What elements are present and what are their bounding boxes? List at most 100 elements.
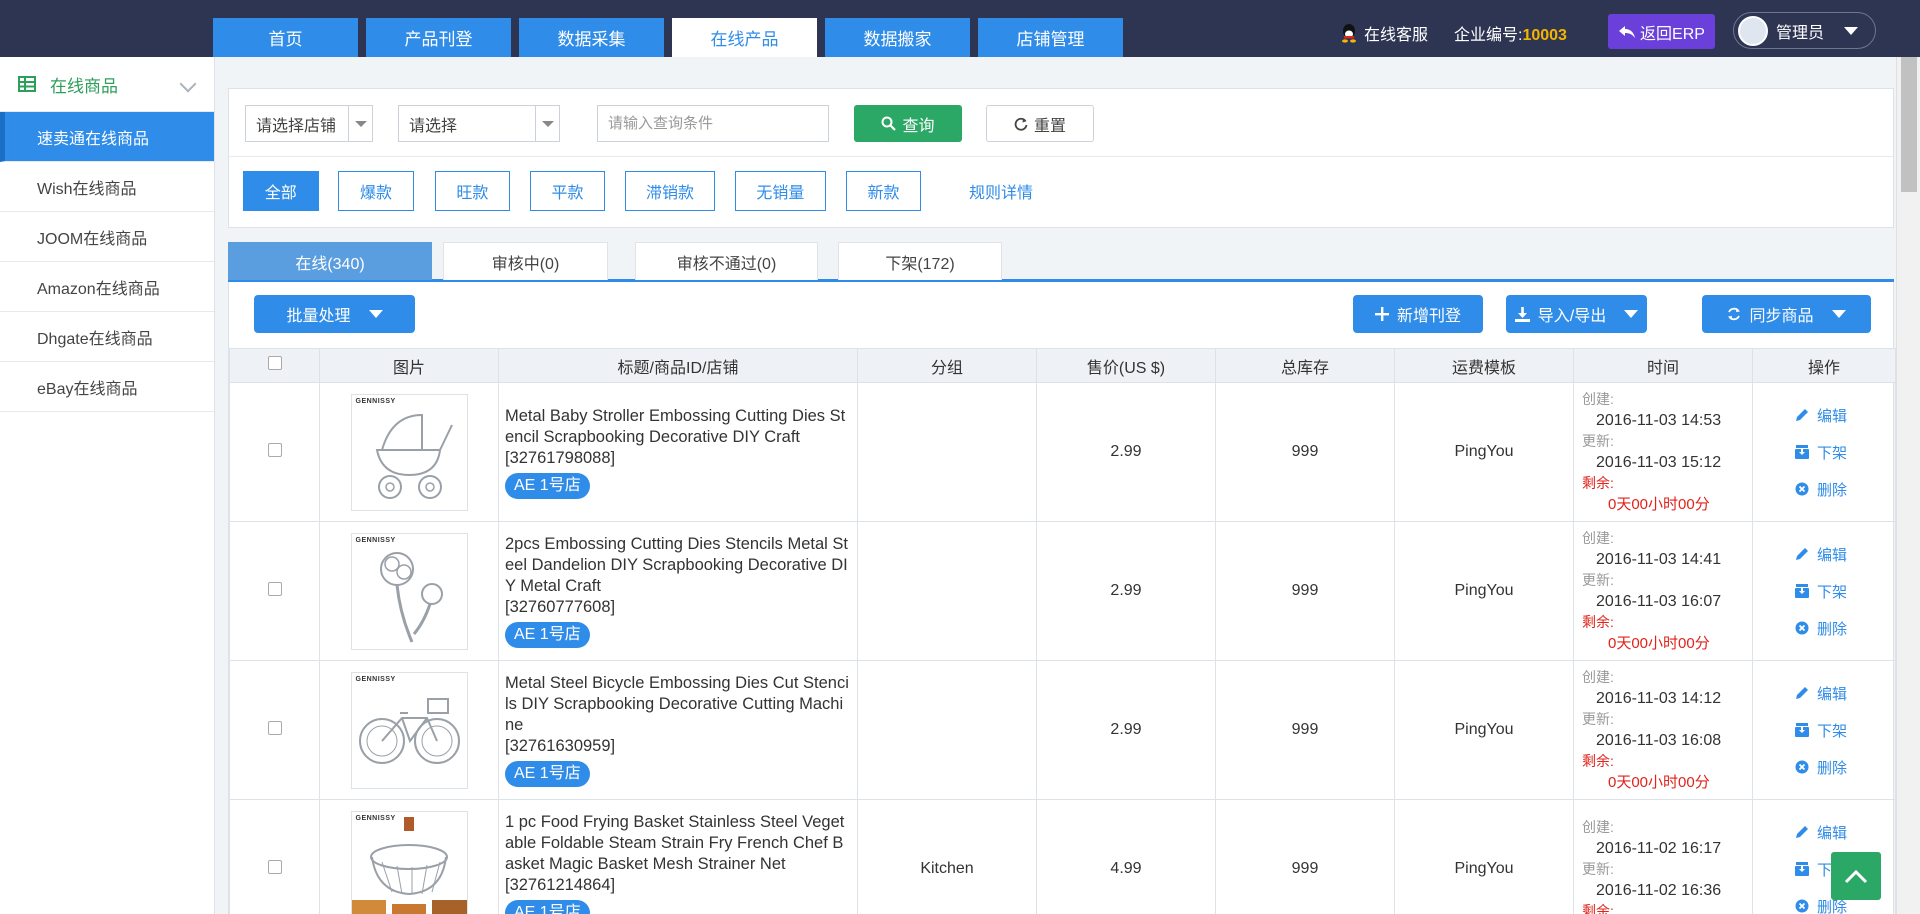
row-checkbox[interactable] [267, 581, 282, 596]
scrollbar-thumb[interactable] [1901, 57, 1917, 192]
select-all-checkbox[interactable] [267, 356, 282, 370]
table-row: GENNISSY 2pcs Embossing Cutting Dies Sten… [229, 521, 1896, 661]
filter-chip[interactable]: 无销量 [734, 171, 827, 211]
brand-mark: GENNISSY [355, 397, 396, 405]
row-checkbox[interactable] [267, 720, 282, 735]
nav-tab[interactable]: 首页 [213, 18, 358, 57]
nav-tab[interactable]: 数据采集 [519, 18, 664, 57]
filter-chip[interactable]: 全部 [243, 171, 319, 211]
delete-button[interactable]: 删除 [1795, 618, 1847, 639]
company-id-label: 企业编号: [1454, 27, 1523, 44]
sidebar-item[interactable]: Amazon在线商品 [0, 262, 214, 312]
condition-select[interactable]: 请选择 [398, 105, 560, 142]
column-header: 总库存 [1215, 348, 1395, 383]
status-tab[interactable]: 在线(340) [228, 242, 432, 280]
filter-chip[interactable]: 平款 [529, 171, 606, 211]
sidebar-item[interactable]: eBay在线商品 [0, 362, 214, 412]
column-header-label: 总库存 [1280, 359, 1329, 377]
archive-down-icon [1795, 862, 1809, 876]
offshelf-button[interactable]: 下架 [1795, 720, 1847, 741]
chevron-down-icon [535, 106, 559, 141]
created-label: 创建: [1582, 391, 1614, 407]
product-list: 批量处理 新增刊登 导入/导出 同步商品 图片 标题/商品ID/店铺 分组 售价(US… [228, 282, 1896, 914]
reset-button[interactable]: 重置 [986, 105, 1094, 142]
remaining-time: 0天00小时00分 [1608, 635, 1710, 652]
created-time: 2016-11-02 16:17 [1596, 839, 1722, 857]
column-header-label: 时间 [1646, 359, 1679, 377]
new-listing-label: 新增刊登 [1396, 308, 1461, 325]
created-time: 2016-11-03 14:41 [1596, 551, 1722, 568]
sync-products-button[interactable]: 同步商品 [1702, 295, 1871, 333]
delete-button[interactable]: 删除 [1795, 757, 1847, 778]
filter-chip[interactable]: 旺款 [434, 171, 511, 211]
filter-chip[interactable]: 新款 [845, 171, 922, 211]
image-cell: GENNISSY [319, 660, 499, 800]
chevron-up-icon [1844, 869, 1868, 884]
condition-select-value: 请选择 [409, 117, 458, 135]
user-menu[interactable]: 管理员 [1733, 12, 1876, 49]
product-id: [32761630959] [505, 737, 616, 755]
product-table: 图片 标题/商品ID/店铺 分组 售价(US $) 总库存 运费模板 时间 操作 GENNIS… [229, 348, 1896, 914]
product-title[interactable]: 2pcs Embossing Cutting Dies Stencils Met… [505, 534, 851, 597]
row-checkbox[interactable] [267, 859, 282, 874]
sidebar-item-label: Dhgate在线商品 [37, 330, 153, 348]
filter-chip[interactable]: 爆款 [338, 171, 414, 211]
sidebar-item[interactable]: 速卖通在线商品 [0, 112, 214, 162]
query-button[interactable]: 查询 [854, 105, 962, 142]
edit-button[interactable]: 编辑 [1795, 683, 1847, 704]
remaining-label: 剩余: [1582, 753, 1614, 769]
offshelf-button[interactable]: 下架 [1795, 581, 1847, 602]
row-checkbox[interactable] [267, 442, 282, 457]
brand-mark: GENNISSY [355, 536, 396, 544]
nav-tab[interactable]: 产品刊登 [366, 18, 511, 57]
page-scrollbar[interactable] [1896, 57, 1920, 914]
rule-details-link[interactable]: 规则详情 [969, 171, 1033, 211]
batch-process-button[interactable]: 批量处理 [254, 295, 415, 333]
edit-button[interactable]: 编辑 [1795, 544, 1847, 565]
online-service-link[interactable]: 在线客服 [1340, 21, 1428, 45]
store-badge: AE 1号店 [505, 622, 590, 648]
column-header: 分组 [857, 348, 1037, 383]
updated-time: 2016-11-02 16:36 [1596, 881, 1722, 899]
remaining-label: 剩余: [1582, 902, 1614, 914]
product-thumbnail[interactable]: GENNISSY [350, 671, 468, 789]
edit-label: 编辑 [1817, 407, 1848, 425]
filter-chip-label: 平款 [551, 185, 584, 202]
product-title[interactable]: Metal Steel Bicycle Embossing Dies Cut S… [505, 673, 851, 736]
product-thumbnail[interactable]: GENNISSY [350, 532, 468, 650]
product-title[interactable]: 1 pc Food Frying Basket Stainless Steel … [505, 812, 851, 875]
edit-button[interactable]: 编辑 [1795, 822, 1847, 843]
store-select[interactable]: 请选择店铺 [245, 105, 373, 142]
status-tab[interactable]: 下架(172) [838, 242, 1002, 280]
import-export-button[interactable]: 导入/导出 [1506, 295, 1647, 333]
edit-button[interactable]: 编辑 [1795, 405, 1847, 426]
sidebar-item[interactable]: Dhgate在线商品 [0, 312, 214, 362]
filter-chip[interactable]: 滞销款 [624, 171, 716, 211]
status-tab[interactable]: 审核不通过(0) [635, 242, 818, 280]
nav-tab[interactable]: 店铺管理 [978, 18, 1123, 57]
product-title[interactable]: Metal Baby Stroller Embossing Cutting Di… [505, 406, 851, 448]
product-thumbnail[interactable]: GENNISSY [350, 393, 468, 511]
delete-button[interactable]: 删除 [1795, 479, 1847, 500]
sidebar-item-label: 速卖通在线商品 [37, 130, 150, 148]
edit-label: 编辑 [1817, 685, 1848, 703]
title-cell: 1 pc Food Frying Basket Stainless Steel … [498, 799, 858, 914]
edit-label: 编辑 [1817, 546, 1848, 564]
status-tab-label: 审核中(0) [491, 255, 560, 273]
sidebar-item[interactable]: JOOM在线商品 [0, 212, 214, 262]
updated-label: 更新: [1582, 572, 1614, 588]
product-thumbnail[interactable]: GENNISSY [350, 810, 468, 914]
remaining-time: 0天00小时00分 [1608, 774, 1710, 791]
created-label: 创建: [1582, 530, 1614, 546]
status-tab[interactable]: 审核中(0) [443, 242, 608, 280]
sidebar-item[interactable]: Wish在线商品 [0, 162, 214, 212]
offshelf-button[interactable]: 下架 [1795, 442, 1847, 463]
sidebar-header[interactable]: 在线商品 [0, 57, 214, 112]
back-to-top-button[interactable] [1831, 852, 1881, 900]
new-listing-button[interactable]: 新增刊登 [1353, 295, 1483, 333]
back-erp-button[interactable]: 返回ERP [1608, 14, 1715, 49]
search-input[interactable] [597, 105, 829, 142]
chevron-down-icon[interactable] [179, 75, 197, 93]
nav-tab[interactable]: 数据搬家 [825, 18, 970, 57]
nav-tab[interactable]: 在线产品 [672, 18, 817, 57]
